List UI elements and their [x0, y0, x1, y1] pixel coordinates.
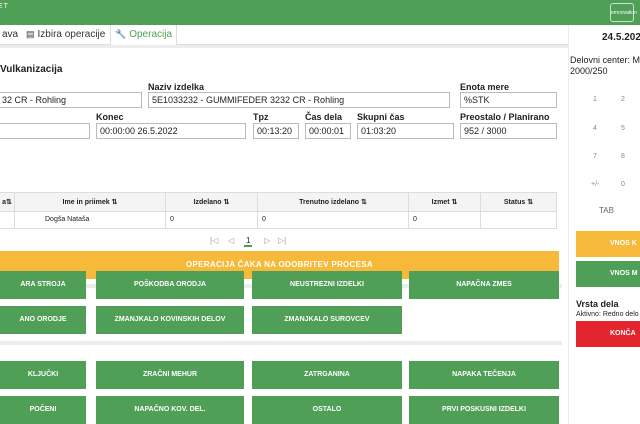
preostalo-field[interactable]: 952 / 3000	[460, 123, 557, 139]
app-title: ET	[0, 3, 9, 10]
keypad-key[interactable]: 7	[593, 153, 597, 160]
enota-label: Enota mere	[460, 82, 510, 92]
delovni-center: Delovni center: Ma	[570, 55, 640, 65]
col-header[interactable]: a⇅	[0, 193, 15, 213]
section-title: Vulkanizacija	[0, 64, 63, 75]
keypad-key[interactable]: 2	[621, 96, 625, 103]
preostalo-label: Preostalo / Planirano	[460, 112, 550, 122]
defect-button-ostalo[interactable]: OSTALO	[252, 396, 402, 424]
pagination: |◁ ◁ 1 ▷ ▷|	[210, 236, 290, 250]
wrench-icon: 🔧	[115, 29, 127, 39]
quantity-counts: 2000/250	[570, 66, 608, 76]
tpz-field[interactable]: 00:13:20	[253, 123, 299, 139]
table-header: a⇅ Ime in priimek ⇅ Izdelano ⇅ Trenutno …	[0, 192, 557, 213]
stop-button-ara-stroja[interactable]: ARA STROJA	[0, 271, 86, 299]
operation-panel: Vulkanizacija 32 CR - Rohling Naziv izde…	[0, 48, 568, 424]
clipboard-icon: ▤	[26, 29, 35, 39]
aktivno-status: Aktivno: Redno delo	[576, 311, 639, 318]
product-code-field[interactable]: 32 CR - Rohling	[0, 92, 142, 108]
cell-izdelano: 0	[166, 212, 258, 229]
tpz-label: Tpz	[253, 112, 269, 122]
defect-button-poceni[interactable]: POČENI	[0, 396, 86, 424]
defect-button-kljucki[interactable]: KLJUČKI	[0, 361, 86, 389]
cell-status	[481, 212, 557, 229]
company-logo: emnovation	[610, 3, 637, 22]
konca-button[interactable]: KONČA	[576, 321, 640, 347]
keypad-key[interactable]: 5	[621, 125, 625, 132]
cell-izmet: 0	[409, 212, 481, 229]
tab-label: Operacija	[129, 29, 173, 40]
keypad-key[interactable]: 4	[593, 125, 597, 132]
keypad-key[interactable]: 1	[593, 96, 597, 103]
defect-button-zracni-mehur[interactable]: ZRAČNI MEHUR	[96, 361, 244, 389]
right-panel: 24.5.2022 Delovni center: Ma 2000/250 1 …	[569, 25, 640, 424]
stop-button-zmanjkalo-surovcev[interactable]: ZMANJKALO SUROVCEV	[252, 306, 402, 334]
top-bar: ET emnovation	[0, 0, 640, 25]
konec-label: Konec	[96, 112, 124, 122]
naziv-field[interactable]: 5E1033232 - GUMMIFEDER 3232 CR - Rohling	[148, 92, 450, 108]
cell-trenutno: 0	[258, 212, 409, 229]
next-page-icon[interactable]: ▷	[264, 236, 270, 245]
defect-button-napaka-tecenja[interactable]: NAPAKA TEČENJA	[409, 361, 559, 389]
last-page-icon[interactable]: ▷|	[278, 236, 286, 245]
keypad-key[interactable]: +/-	[591, 181, 599, 188]
defect-button-zatrganina[interactable]: ZATRGANINA	[252, 361, 402, 389]
cell	[0, 212, 15, 229]
page-number[interactable]: 1	[244, 236, 253, 247]
stop-button-ano-orodje[interactable]: ANO ORODJE	[0, 306, 86, 334]
keypad-key[interactable]: 8	[621, 153, 625, 160]
col-header[interactable]: Status ⇅	[481, 193, 557, 213]
divider	[0, 341, 562, 345]
cas-dela-field[interactable]: 00:00:01	[305, 123, 351, 139]
tab-key[interactable]: TAB	[599, 206, 614, 215]
tab-label: Izbira operacije	[37, 29, 106, 40]
cas-dela-label: Čas dela	[305, 112, 343, 122]
naziv-label: Naziv izdelka	[148, 82, 205, 92]
skupni-cas-label: Skupni čas	[357, 112, 405, 122]
defect-button-prvi-poskusni-izdelki[interactable]: PRVI POSKUSNI IZDELKI	[409, 396, 559, 424]
tab-izbira-operacije[interactable]: ▤ Izbira operacije	[22, 25, 109, 45]
prev-page-icon[interactable]: ◁	[228, 236, 234, 245]
keypad-key[interactable]: 0	[621, 181, 625, 188]
tab-label: ava	[2, 29, 19, 40]
table-row[interactable]: Dogša Nataša 0 0 0	[0, 212, 557, 229]
defect-button-napacno-kov-del[interactable]: NAPAČNO KOV. DEL.	[96, 396, 244, 424]
tab-prev[interactable]: ava	[0, 25, 22, 45]
stop-button-neustrezni-izdelki[interactable]: NEUSTREZNI IZDELKI	[252, 271, 402, 299]
enota-field[interactable]: %STK	[460, 92, 557, 108]
col-header[interactable]: Izmet ⇅	[409, 193, 481, 213]
vnos-m-button[interactable]: VNOS M	[576, 261, 640, 287]
first-page-icon[interactable]: |◁	[210, 236, 218, 245]
skupni-cas-field[interactable]: 01:03:20	[357, 123, 454, 139]
konec-field[interactable]: 00:00:00 26.5.2022	[96, 123, 246, 139]
stop-button-poskodba-orodja[interactable]: POŠKODBA ORODJA	[96, 271, 244, 299]
stop-button-zmanjkalo-kovinskih-delov[interactable]: ZMANJKALO KOVINSKIH DELOV	[96, 306, 244, 334]
vrsta-dela-label: Vrsta dela	[576, 299, 619, 309]
stop-button-napacna-zmes[interactable]: NAPAČNA ZMES	[409, 271, 559, 299]
col-header[interactable]: Izdelano ⇅	[166, 193, 258, 213]
cell-name: Dogša Nataša	[15, 212, 166, 229]
col-header[interactable]: Trenutno izdelano ⇅	[258, 193, 409, 213]
tab-bar: ava ▤ Izbira operacije 🔧 Operacija	[0, 25, 568, 45]
zacetek-field[interactable]	[0, 123, 90, 139]
col-header[interactable]: Ime in priimek ⇅	[15, 193, 166, 213]
current-date: 24.5.2022	[602, 32, 640, 43]
tab-operacija[interactable]: 🔧 Operacija	[110, 25, 178, 45]
vnos-k-button[interactable]: VNOS K	[576, 231, 640, 257]
